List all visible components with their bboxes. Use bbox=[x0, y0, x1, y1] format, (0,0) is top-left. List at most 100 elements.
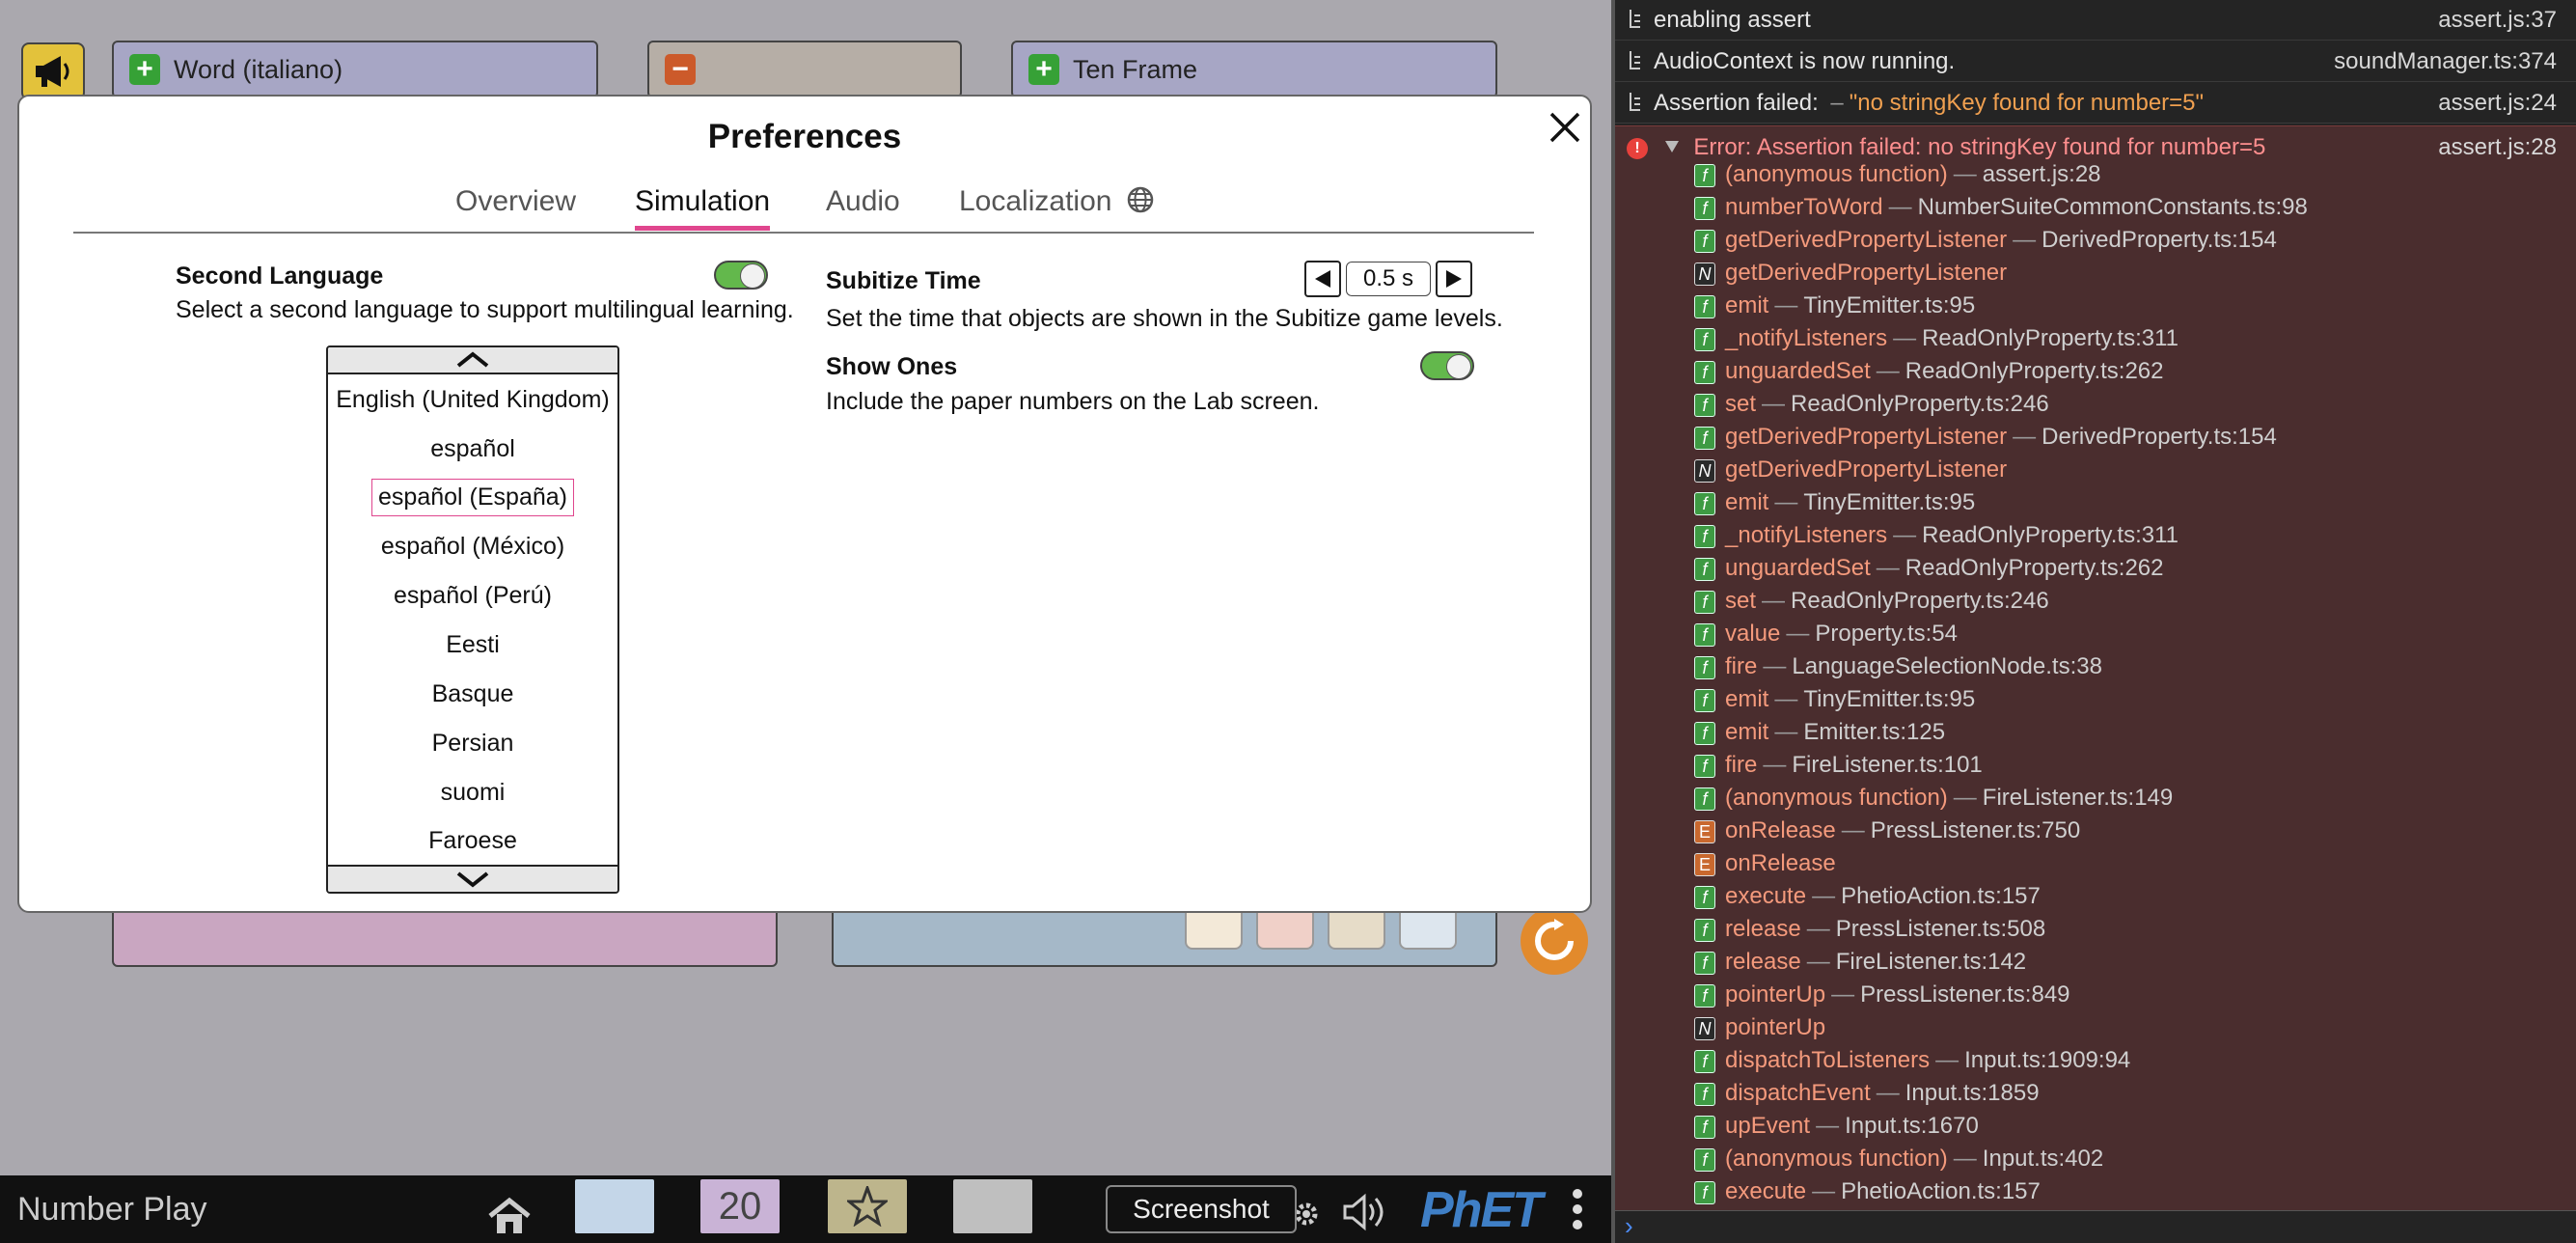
increment-button[interactable] bbox=[1436, 261, 1472, 297]
frame-source-link[interactable]: ReadOnlyProperty.ts:246 bbox=[1791, 588, 2049, 614]
frame-source-link[interactable]: FireListener.ts:149 bbox=[1983, 785, 2173, 811]
phet-logo[interactable]: PhET bbox=[1420, 1181, 1543, 1239]
stack-frame[interactable]: f numberToWord — NumberSuiteCommonConstants… bbox=[1694, 194, 2308, 227]
second-language-toggle[interactable] bbox=[714, 261, 768, 290]
stack-frame[interactable]: f getDerivedPropertyListener — DerivedPrope… bbox=[1694, 424, 2277, 456]
language-item[interactable]: English (United Kingdom) bbox=[328, 386, 617, 414]
frame-source-link[interactable]: ReadOnlyProperty.ts:311 bbox=[1922, 522, 2179, 548]
word-accordion-header[interactable]: + Word (italiano) bbox=[112, 41, 598, 98]
stack-frame[interactable]: EonRelease bbox=[1694, 850, 1836, 883]
frame-source-link[interactable]: PhetioAction.ts:157 bbox=[1841, 883, 2041, 909]
stack-frame[interactable]: f fire — FireListener.ts:101 bbox=[1694, 752, 1983, 785]
stack-frame[interactable]: NgetDerivedPropertyListener bbox=[1694, 260, 2007, 292]
screen-button-lab[interactable] bbox=[953, 1179, 1032, 1233]
stack-frame[interactable]: f unguardedSet — ReadOnlyProperty.ts:262 bbox=[1694, 555, 2164, 588]
frame-source-link[interactable]: PressListener.ts:750 bbox=[1871, 817, 2080, 843]
stack-frame[interactable]: f (anonymous function) — FireListener.ts:14… bbox=[1694, 785, 2173, 817]
stack-frame[interactable]: f (anonymous function) — assert.js:28 bbox=[1694, 161, 2101, 194]
language-item[interactable]: Faroese bbox=[328, 827, 617, 855]
stack-frame[interactable]: f (anonymous function) — Input.ts:402 bbox=[1694, 1146, 2103, 1178]
frame-source-link[interactable]: TinyEmitter.ts:95 bbox=[1803, 489, 1975, 515]
expand-plus-icon[interactable]: + bbox=[1028, 54, 1059, 85]
frame-source-link[interactable]: Input.ts:1670 bbox=[1845, 1113, 1979, 1139]
stack-frame[interactable]: f _notifyListeners — ReadOnlyProperty.ts:31… bbox=[1694, 522, 2179, 555]
frame-source-link[interactable]: Emitter.ts:125 bbox=[1803, 719, 1945, 745]
stack-frame[interactable]: f emit — Emitter.ts:125 bbox=[1694, 719, 1945, 752]
frame-source-link[interactable]: DerivedProperty.ts:154 bbox=[2042, 227, 2277, 253]
error-header[interactable]: ! Error: Assertion failed: no stringKey … bbox=[1627, 134, 2265, 161]
stack-frame[interactable]: f unguardedSet — ReadOnlyProperty.ts:262 bbox=[1694, 358, 2164, 391]
log-source-link[interactable]: assert.js:24 bbox=[2438, 90, 2557, 117]
frame-source-link[interactable]: Input.ts:1909:94 bbox=[1964, 1047, 2130, 1073]
phet-menu-kebab-icon[interactable] bbox=[1573, 1189, 1584, 1235]
stack-frame[interactable]: f getDerivedPropertyListener — DerivedPrope… bbox=[1694, 227, 2277, 260]
expand-triangle-icon[interactable] bbox=[1664, 140, 1680, 153]
middle-accordion-header[interactable]: − bbox=[647, 41, 962, 98]
carousel-down-button[interactable] bbox=[328, 865, 617, 892]
frame-source-link[interactable]: Input.ts:1859 bbox=[1905, 1080, 2040, 1106]
options-button[interactable] bbox=[1293, 1201, 1320, 1232]
tab-audio[interactable]: Audio bbox=[826, 185, 900, 218]
frame-source-link[interactable]: ReadOnlyProperty.ts:262 bbox=[1905, 358, 2164, 384]
console-prompt[interactable]: › bbox=[1615, 1210, 2576, 1243]
frame-source-link[interactable]: ReadOnlyProperty.ts:246 bbox=[1791, 391, 2049, 417]
error-source-link[interactable]: assert.js:28 bbox=[2438, 134, 2557, 161]
console-log-row[interactable]: AudioContext is now running. soundManage… bbox=[1615, 41, 2576, 82]
frame-source-link[interactable]: Input.ts:402 bbox=[1983, 1146, 2103, 1172]
stack-frame[interactable]: f value — Property.ts:54 bbox=[1694, 621, 1958, 653]
stack-frame[interactable]: f execute — PhetioAction.ts:157 bbox=[1694, 883, 2041, 916]
stack-frame[interactable]: f release — FireListener.ts:142 bbox=[1694, 949, 2026, 981]
language-item[interactable]: español (Perú) bbox=[328, 582, 617, 610]
carousel-up-button[interactable] bbox=[328, 347, 617, 374]
frame-source-link[interactable]: FireListener.ts:101 bbox=[1792, 752, 1982, 778]
screen-button-objects[interactable] bbox=[575, 1179, 654, 1233]
tab-localization[interactable]: Localization bbox=[959, 185, 1155, 218]
screen-button-twenty[interactable]: 20 bbox=[700, 1179, 780, 1233]
stack-frame[interactable]: f dispatchToListeners — Input.ts:1909:94 bbox=[1694, 1047, 2130, 1080]
reset-all-button[interactable] bbox=[1521, 907, 1588, 975]
decrement-button[interactable] bbox=[1304, 261, 1341, 297]
stack-frame[interactable]: EonRelease — PressListener.ts:750 bbox=[1694, 817, 2080, 850]
frame-source-link[interactable]: NumberSuiteCommonConstants.ts:98 bbox=[1918, 194, 2308, 220]
language-item[interactable]: español bbox=[328, 435, 617, 463]
frame-source-link[interactable]: ReadOnlyProperty.ts:262 bbox=[1905, 555, 2164, 581]
stack-frame[interactable]: f release — PressListener.ts:508 bbox=[1694, 916, 2045, 949]
frame-source-link[interactable]: PhetioAction.ts:157 bbox=[1841, 1178, 2041, 1204]
language-item[interactable]: suomi bbox=[328, 779, 617, 807]
collapse-minus-icon[interactable]: − bbox=[665, 54, 696, 85]
stack-frame[interactable]: f _notifyListeners — ReadOnlyProperty.ts:31… bbox=[1694, 325, 2179, 358]
frame-source-link[interactable]: ReadOnlyProperty.ts:311 bbox=[1922, 325, 2179, 351]
tab-simulation[interactable]: Simulation bbox=[635, 185, 770, 218]
language-item[interactable]: español (México) bbox=[328, 533, 617, 561]
stack-frame[interactable]: f pointerUp — PressListener.ts:849 bbox=[1694, 981, 2070, 1014]
language-item-selected[interactable]: español (España) bbox=[328, 479, 617, 516]
frame-source-link[interactable]: DerivedProperty.ts:154 bbox=[2042, 424, 2277, 450]
stack-frame[interactable]: f emit — TinyEmitter.ts:95 bbox=[1694, 686, 1975, 719]
stack-frame[interactable]: f set — ReadOnlyProperty.ts:246 bbox=[1694, 588, 2049, 621]
frame-source-link[interactable]: Property.ts:54 bbox=[1815, 621, 1958, 647]
log-source-link[interactable]: assert.js:37 bbox=[2438, 7, 2557, 34]
log-source-link[interactable]: soundManager.ts:374 bbox=[2334, 48, 2557, 75]
stack-frame[interactable]: f upEvent — Input.ts:1670 bbox=[1694, 1113, 1979, 1146]
frame-source-link[interactable]: TinyEmitter.ts:95 bbox=[1803, 292, 1975, 318]
frame-source-link[interactable]: FireListener.ts:142 bbox=[1836, 949, 2026, 975]
console-log-row[interactable]: enabling assert assert.js:37 bbox=[1615, 0, 2576, 41]
stack-frame[interactable]: f emit — TinyEmitter.ts:95 bbox=[1694, 292, 1975, 325]
stack-frame[interactable]: f fire — LanguageSelectionNode.ts:38 bbox=[1694, 653, 2102, 686]
close-button[interactable] bbox=[1544, 106, 1586, 149]
stack-frame[interactable]: NpointerUp bbox=[1694, 1014, 1825, 1047]
stack-frame[interactable]: f dispatchEvent — Input.ts:1859 bbox=[1694, 1080, 2040, 1113]
frame-source-link[interactable]: TinyEmitter.ts:95 bbox=[1803, 686, 1975, 712]
frame-source-link[interactable]: PressListener.ts:508 bbox=[1836, 916, 2045, 942]
frame-source-link[interactable]: LanguageSelectionNode.ts:38 bbox=[1792, 653, 2102, 679]
console-log-row[interactable]: Assertion failed: – "no stringKey found f… bbox=[1615, 83, 2576, 124]
sound-button[interactable] bbox=[1341, 1193, 1391, 1236]
frame-source-link[interactable]: PressListener.ts:849 bbox=[1860, 981, 2069, 1008]
screen-button-star[interactable] bbox=[828, 1179, 907, 1233]
home-button[interactable] bbox=[486, 1197, 533, 1240]
stack-frame[interactable]: f emit — TinyEmitter.ts:95 bbox=[1694, 489, 1975, 522]
expand-plus-icon[interactable]: + bbox=[129, 54, 160, 85]
speaker-button[interactable] bbox=[21, 42, 85, 100]
ten-frame-accordion-header[interactable]: + Ten Frame bbox=[1011, 41, 1497, 98]
show-ones-toggle[interactable] bbox=[1420, 351, 1474, 380]
